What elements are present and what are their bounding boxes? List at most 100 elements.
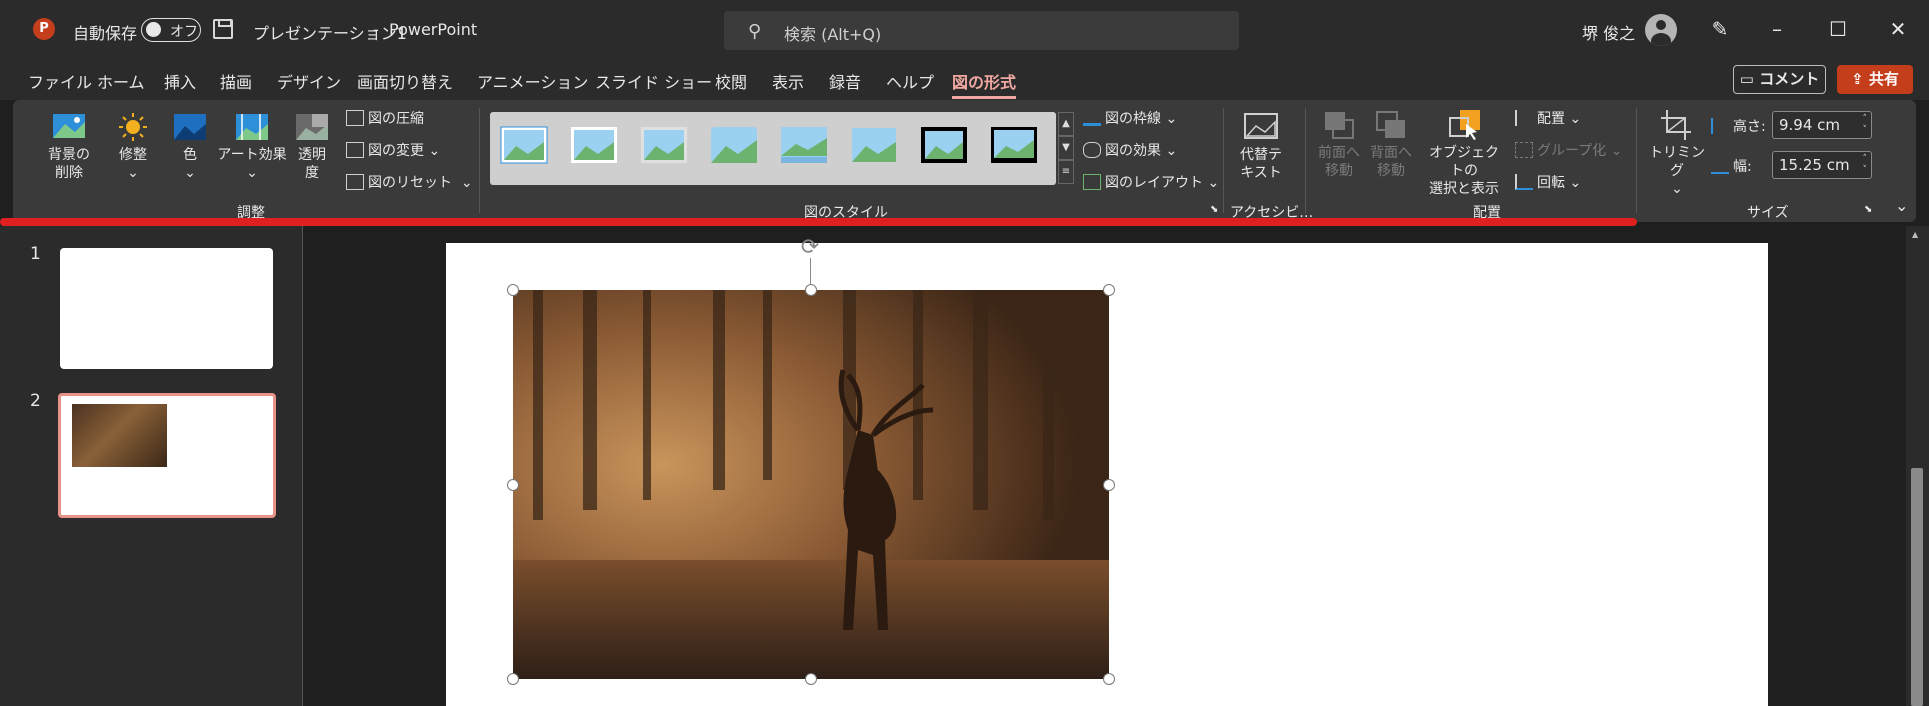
resize-handle[interactable] [1103,479,1115,491]
resize-handle[interactable] [507,284,519,296]
picture-style-thumb[interactable] [500,126,548,164]
autosave-label: 自動保存 [73,24,138,43]
align-label: 配置 [1537,111,1565,127]
tab-file[interactable]: ファイル [28,69,92,93]
remove-background-button[interactable]: 背景の 削除 [41,112,97,182]
chevron-down-icon: ⌄ [127,165,139,181]
color-label: 色 [183,147,197,163]
group-divider [479,108,480,213]
alt-text-button[interactable]: 代替テ キスト [1231,112,1291,182]
send-backward-button[interactable]: 背面へ 移動 [1365,110,1417,180]
tab-insert[interactable]: 挿入 [164,69,196,93]
picture-effects-button[interactable]: 図の効果 ⌄ [1083,140,1177,160]
compress-icon [346,110,364,126]
gallery-more-icon[interactable]: ≡ [1058,160,1074,184]
picture-style-thumb[interactable] [640,126,688,164]
picture-style-thumb[interactable] [990,126,1038,164]
reset-picture-button[interactable]: 図のリセット ⌄ [346,172,473,192]
change-picture-button[interactable]: 図の変更 ⌄ [346,140,440,160]
slide-thumbnail[interactable] [60,248,273,369]
picture-layout-button[interactable]: 図のレイアウト ⌄ [1083,172,1219,192]
height-input[interactable]: 9.94 cm ˄ ˅ [1772,111,1872,139]
spin-arrows-icon[interactable]: ˄ ˅ [1863,154,1868,176]
group-icon [1515,142,1533,158]
bring-forward-icon [1325,112,1354,139]
picture-style-thumb[interactable] [710,126,758,164]
vertical-scrollbar[interactable]: ▲ [1906,226,1929,706]
art-effects-label: アート効果 [217,147,287,163]
tab-review[interactable]: 校閲 [715,69,747,93]
close-icon[interactable]: ✕ [1883,14,1913,44]
picture-style-thumb[interactable] [850,126,898,164]
group-objects-button[interactable]: グループ化 ⌄ [1515,140,1622,160]
picture-style-thumb[interactable] [920,126,968,164]
collapse-ribbon-icon[interactable]: ⌄ [1895,196,1908,215]
transparency-icon [296,114,328,140]
gallery-scroll[interactable]: ▲ ▼ ≡ [1058,112,1074,185]
art-effects-button[interactable]: アート効果 ⌄ [217,112,287,182]
selection-pane-button[interactable]: オブジェクトの 選択と表示 [1423,110,1505,198]
tab-animations[interactable]: アニメーション [477,69,588,93]
resize-handle[interactable] [805,673,817,685]
avatar[interactable] [1645,14,1677,46]
rotate-button[interactable]: 回転 ⌄ [1515,172,1581,192]
color-button[interactable]: 色 ⌄ [168,112,212,182]
rotate-handle-icon[interactable]: ⟳ [798,236,822,260]
align-icon [1515,110,1533,126]
crop-button[interactable]: トリミング ⌄ [1647,110,1707,198]
align-button[interactable]: 配置 ⌄ [1515,108,1581,128]
minimize-icon[interactable]: – [1762,14,1792,44]
chevron-down-icon: ⌄ [1207,175,1220,191]
picture-styles-gallery[interactable] [490,112,1056,185]
rotate-label: 回転 [1537,175,1565,191]
slide-thumbnail-selected[interactable] [58,393,276,518]
dialog-launcher-icon[interactable]: ⬊ [1210,204,1218,215]
tab-picture-format[interactable]: 図の形式 [952,69,1017,99]
scrollbar-thumb[interactable] [1911,468,1923,706]
tab-draw[interactable]: 描画 [220,69,252,93]
transparency-label: 透明 度 [298,147,326,181]
picture-style-thumb[interactable] [570,126,618,164]
resize-handle[interactable] [507,479,519,491]
tab-home[interactable]: ホーム [97,69,145,93]
resize-handle[interactable] [1103,673,1115,685]
save-icon[interactable] [213,19,233,39]
search-icon: ⚲ [748,21,762,42]
resize-handle[interactable] [507,673,519,685]
tab-help[interactable]: ヘルプ [886,69,934,93]
search-input[interactable]: ⚲ 検索 (Alt+Q) [724,11,1239,50]
width-input[interactable]: 15.25 cm ˄ ˅ [1772,151,1872,179]
spin-arrows-icon[interactable]: ˄ ˅ [1863,114,1868,136]
pen-icon[interactable]: ✎ [1705,14,1735,44]
share-button[interactable]: ⇪ 共有 [1837,65,1913,94]
corrections-button[interactable]: 修整 ⌄ [109,112,157,182]
resize-handle[interactable] [805,284,817,296]
scroll-up-icon[interactable]: ▲ [1912,230,1918,239]
dialog-launcher-icon[interactable]: ⬊ [1864,204,1872,215]
transparency-button[interactable]: 透明 度 [289,112,335,182]
tab-view[interactable]: 表示 [772,69,804,93]
picture-border-button[interactable]: 図の枠線 ⌄ [1083,108,1177,128]
art-effects-icon [236,114,268,140]
comment-button[interactable]: ▭ コメント [1733,65,1826,94]
change-picture-icon [346,142,364,158]
width-value: 15.25 cm [1779,156,1850,174]
resize-handle[interactable] [1103,284,1115,296]
gallery-up-icon[interactable]: ▲ [1058,112,1074,136]
gallery-down-icon[interactable]: ▼ [1058,136,1074,160]
bring-forward-button[interactable]: 前面へ 移動 [1313,110,1365,180]
tab-design[interactable]: デザイン [277,69,341,93]
chevron-down-icon: ⌄ [1569,111,1582,127]
maximize-icon[interactable]: ☐ [1823,14,1853,44]
deer-photo[interactable] [513,290,1109,679]
autosave-toggle[interactable]: オフ [141,18,201,42]
tab-transitions[interactable]: 画面切り替え [357,69,453,93]
rotate-handle-stem [810,258,811,284]
group-label-size: サイズ [1747,205,1789,221]
selection-pane-icon [1449,110,1480,140]
slides-pane: 1 2 [0,226,303,706]
picture-style-thumb[interactable] [780,126,828,164]
tab-record[interactable]: 録音 [829,69,861,93]
tab-slideshow[interactable]: スライド ショー [595,69,712,93]
compress-pictures-button[interactable]: 図の圧縮 [346,108,424,128]
